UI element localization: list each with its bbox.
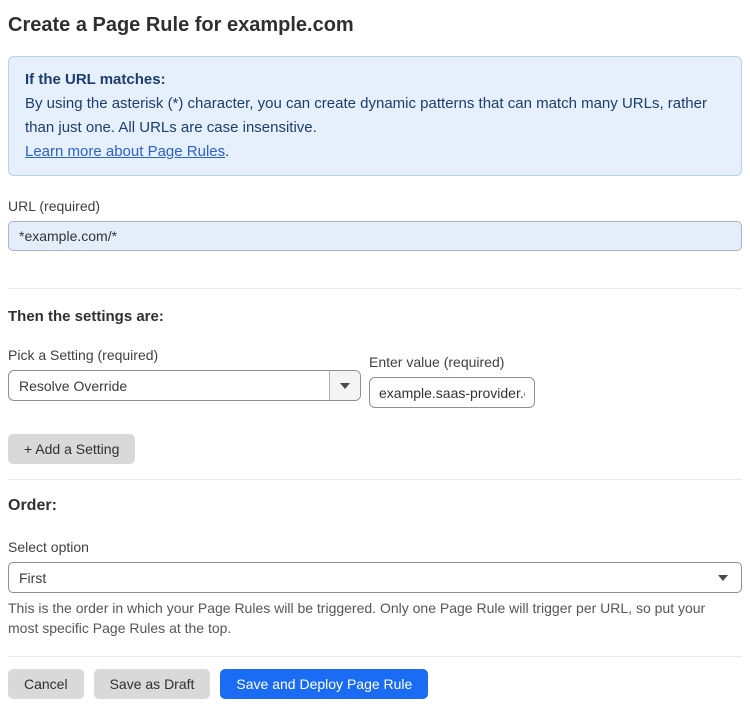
pick-setting-label: Pick a Setting (required) <box>8 347 159 363</box>
save-and-deploy-button[interactable]: Save and Deploy Page Rule <box>220 669 429 699</box>
setting-dropdown-arrow-button[interactable] <box>329 371 360 400</box>
pick-setting-column: Pick a Setting (required) Resolve Overri… <box>8 348 361 401</box>
info-box-body: By using the asterisk (*) character, you… <box>25 95 707 136</box>
settings-row: Pick a Setting (required) Resolve Overri… <box>8 348 742 408</box>
order-select-label: Select option <box>8 539 89 555</box>
footer-divider <box>8 656 742 657</box>
cancel-button[interactable]: Cancel <box>8 669 84 699</box>
order-select-wrap: First <box>8 562 742 593</box>
save-as-draft-button[interactable]: Save as Draft <box>93 669 211 699</box>
footer-actions: Cancel Save as Draft Save and Deploy Pag… <box>8 669 742 699</box>
setting-dropdown[interactable]: Resolve Override <box>8 370 361 401</box>
section-divider <box>8 288 742 289</box>
section-divider <box>8 479 742 480</box>
add-setting-button[interactable]: + Add a Setting <box>8 434 136 464</box>
order-help-text: This is the order in which your Page Rul… <box>8 600 706 636</box>
url-input[interactable] <box>8 221 742 251</box>
order-select-value: First <box>19 569 47 586</box>
info-box-link-line: Learn more about Page Rules. <box>25 140 725 164</box>
order-section-heading: Order: <box>8 497 57 514</box>
order-select[interactable]: First <box>8 562 742 593</box>
info-box-heading: If the URL matches: <box>25 71 166 88</box>
caret-down-icon <box>340 382 350 389</box>
page-title: Create a Page Rule for example.com <box>8 14 354 36</box>
link-suffix-text: . <box>225 143 230 160</box>
enter-value-label: Enter value (required) <box>369 354 505 370</box>
learn-more-link[interactable]: Learn more about Page Rules <box>25 143 225 160</box>
setting-value-input[interactable] <box>369 377 535 408</box>
url-field-label: URL (required) <box>8 198 101 214</box>
settings-section-heading: Then the settings are: <box>8 308 164 325</box>
caret-down-icon <box>718 575 728 581</box>
url-match-info-box: If the URL matches: By using the asteris… <box>8 56 742 176</box>
enter-value-column: Enter value (required) <box>369 355 535 408</box>
setting-dropdown-value: Resolve Override <box>19 377 128 394</box>
create-page-rule-panel: Create a Page Rule for example.com If th… <box>0 13 750 699</box>
